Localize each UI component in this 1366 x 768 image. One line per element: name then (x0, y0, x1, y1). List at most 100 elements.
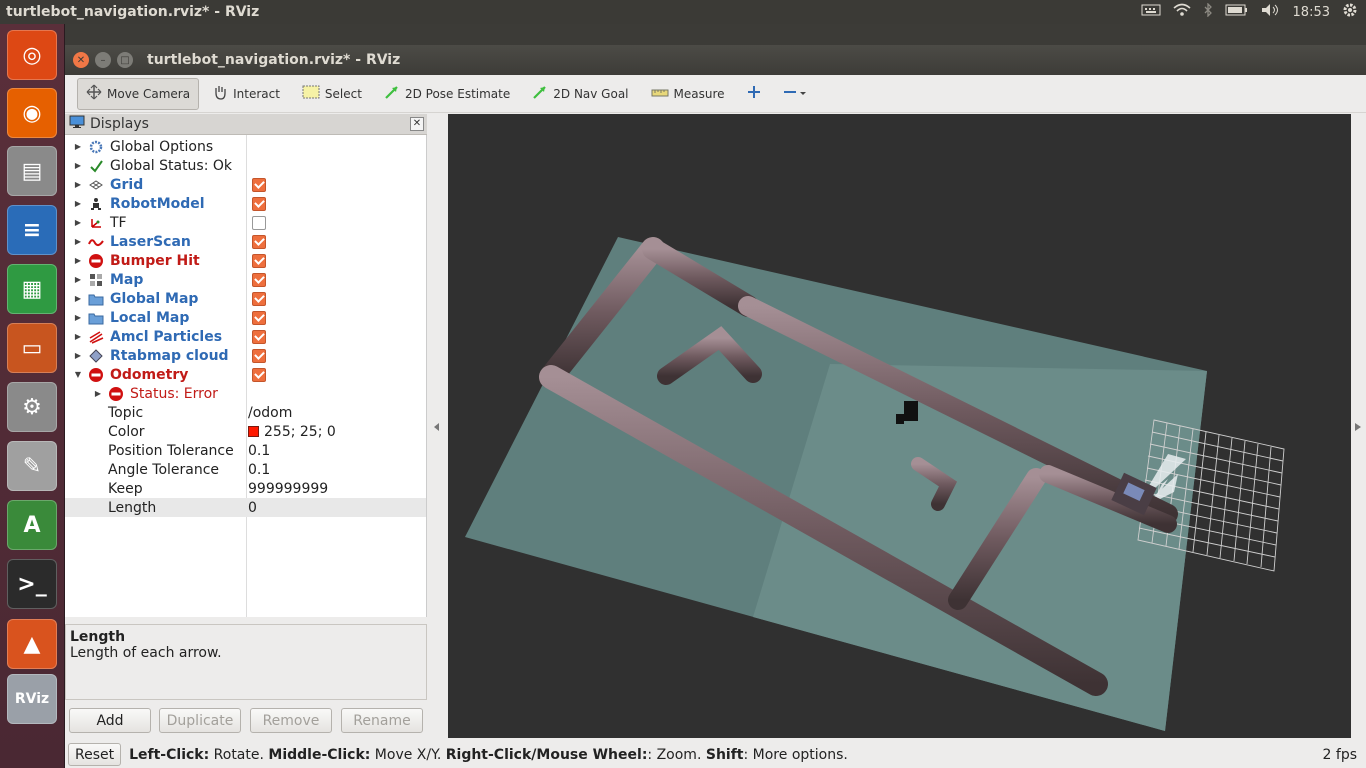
duplicate-button[interactable]: Duplicate (159, 708, 241, 733)
arrow-icon (532, 84, 548, 103)
property-value[interactable]: 0 (248, 500, 257, 516)
move-camera-tool-label: Move Camera (107, 86, 191, 101)
display-item-robotmodel[interactable]: ▶ RobotModel (65, 194, 426, 213)
collapsed-arrow-icon[interactable]: ▶ (73, 180, 83, 189)
property-row-topic[interactable]: Topic/odom (65, 403, 426, 422)
enable-checkbox[interactable] (252, 272, 266, 287)
collapsed-arrow-icon[interactable]: ▶ (93, 389, 103, 398)
maximize-window-button[interactable]: □ (117, 52, 133, 68)
launcher-firefox-icon[interactable]: ◉ (7, 88, 57, 138)
launcher-writer-icon[interactable]: ≡ (7, 205, 57, 255)
display-item-tf[interactable]: ▶ TF (65, 213, 426, 232)
expanded-arrow-icon[interactable]: ▼ (73, 370, 83, 379)
launcher-system-settings-icon[interactable]: ⚙ (7, 382, 57, 432)
add-tool-button[interactable] (738, 78, 770, 110)
property-row-length[interactable]: Length 0 (65, 498, 426, 517)
display-item-global-map[interactable]: ▶ Global Map (65, 289, 426, 308)
collapsed-arrow-icon[interactable]: ▶ (73, 351, 83, 360)
measure-tool-button[interactable]: Measure (642, 78, 734, 110)
display-item-laserscan[interactable]: ▶ LaserScan (65, 232, 426, 251)
display-item-label: Bumper Hit (110, 252, 200, 269)
property-row-angle-tolerance[interactable]: Angle Tolerance 0.1 (65, 460, 426, 479)
battery-icon[interactable] (1225, 4, 1249, 20)
launcher-calc-icon[interactable]: ▦ (7, 264, 57, 314)
display-item-rtabmap-cloud[interactable]: ▶ Rtabmap cloud (65, 346, 426, 365)
collapsed-arrow-icon[interactable]: ▶ (73, 332, 83, 341)
display-item-global-options[interactable]: ▶ Global Options (65, 137, 426, 156)
remove-tool-button[interactable] (774, 78, 818, 110)
rtabmap-3d-scene[interactable] (448, 114, 1351, 738)
2d-nav-goal-tool-button[interactable]: 2D Nav Goal (523, 78, 637, 110)
wifi-icon[interactable] (1173, 3, 1191, 21)
display-type-icon (88, 367, 104, 383)
property-value[interactable]: 0.1 (248, 443, 270, 459)
display-item-global-status-ok[interactable]: ▶ Global Status: Ok (65, 156, 426, 175)
enable-checkbox[interactable] (252, 348, 266, 363)
3d-render-view[interactable] (448, 114, 1351, 738)
gear-icon[interactable] (1342, 2, 1358, 22)
add-button[interactable]: Add (69, 708, 151, 733)
property-row-keep[interactable]: Keep 999999999 (65, 479, 426, 498)
property-value[interactable]: 255; 25; 0 (248, 424, 336, 440)
collapsed-arrow-icon[interactable]: ▶ (73, 218, 83, 227)
launcher-matlab-icon[interactable]: ▲ (7, 619, 57, 669)
property-value[interactable]: 999999999 (248, 481, 328, 497)
display-item-amcl-particles[interactable]: ▶ Amcl Particles (65, 327, 426, 346)
close-panel-button[interactable]: ✕ (410, 117, 424, 131)
enable-checkbox[interactable] (252, 329, 266, 344)
property-value[interactable]: 0.1 (248, 462, 270, 478)
enable-checkbox[interactable] (252, 291, 266, 306)
launcher-ubuntu-dash-icon[interactable]: ◎ (7, 30, 57, 80)
launcher-impress-icon[interactable]: ▭ (7, 323, 57, 373)
right-splitter[interactable] (1351, 114, 1366, 738)
launcher-terminal-icon[interactable]: >_ (7, 559, 57, 609)
enable-checkbox[interactable] (252, 253, 266, 268)
interact-tool-button[interactable]: Interact (203, 78, 289, 110)
odometry-status-row[interactable]: ▶ Status: Error (65, 384, 426, 403)
left-splitter[interactable] (427, 114, 448, 738)
keyboard-icon[interactable] (1141, 4, 1161, 20)
display-item-local-map[interactable]: ▶ Local Map (65, 308, 426, 327)
collapsed-arrow-icon[interactable]: ▶ (73, 142, 83, 151)
property-value[interactable]: /odom (248, 405, 292, 421)
clock[interactable]: 18:53 (1293, 5, 1330, 20)
launcher-rviz-icon[interactable]: RViz (7, 674, 57, 724)
volume-icon[interactable] (1261, 3, 1281, 21)
collapsed-arrow-icon[interactable]: ▶ (73, 294, 83, 303)
display-item-odometry[interactable]: ▼ Odometry (65, 365, 426, 384)
move-camera-tool-button[interactable]: Move Camera (77, 77, 200, 110)
display-item-bumper-hit[interactable]: ▶ Bumper Hit (65, 251, 426, 270)
display-item-label: Rtabmap cloud (110, 347, 229, 364)
select-tool-button[interactable]: Select (293, 78, 371, 110)
collapsed-arrow-icon[interactable]: ▶ (73, 313, 83, 322)
minimize-window-button[interactable]: – (95, 52, 111, 68)
enable-checkbox[interactable] (252, 310, 266, 325)
enable-checkbox[interactable] (252, 215, 266, 230)
2d-pose-estimate-tool-button[interactable]: 2D Pose Estimate (375, 78, 519, 110)
displays-tree[interactable]: ▶ Global Options ▶ Global Status: Ok ▶ Grid ▶ R… (65, 135, 427, 617)
hand-icon (212, 84, 228, 103)
window-title-bar[interactable]: ✕ – □ turtlebot_navigation.rviz* - RViz (65, 45, 1366, 75)
launcher-software-updater-icon[interactable]: A (7, 500, 57, 550)
color-swatch[interactable] (248, 425, 259, 437)
launcher-files-icon[interactable]: ▤ (7, 146, 57, 196)
remove-button[interactable]: Remove (250, 708, 332, 733)
display-item-grid[interactable]: ▶ Grid (65, 175, 426, 194)
property-row-position-tolerance[interactable]: Position Tolerance 0.1 (65, 441, 426, 460)
property-row-color[interactable]: Color 255; 25; 0 (65, 422, 426, 441)
collapsed-arrow-icon[interactable]: ▶ (73, 275, 83, 284)
rename-button[interactable]: Rename (341, 708, 423, 733)
bluetooth-icon[interactable] (1203, 2, 1213, 21)
collapsed-arrow-icon[interactable]: ▶ (73, 199, 83, 208)
enable-checkbox[interactable] (252, 177, 266, 192)
close-window-button[interactable]: ✕ (73, 52, 89, 68)
collapsed-arrow-icon[interactable]: ▶ (73, 256, 83, 265)
collapsed-arrow-icon[interactable]: ▶ (73, 161, 83, 170)
enable-checkbox[interactable] (252, 234, 266, 249)
reset-button[interactable]: Reset (68, 743, 122, 766)
display-item-map[interactable]: ▶ Map (65, 270, 426, 289)
launcher-text-editor-icon[interactable]: ✎ (7, 441, 57, 491)
collapsed-arrow-icon[interactable]: ▶ (73, 237, 83, 246)
enable-checkbox[interactable] (252, 196, 266, 211)
enable-checkbox[interactable] (252, 367, 266, 382)
